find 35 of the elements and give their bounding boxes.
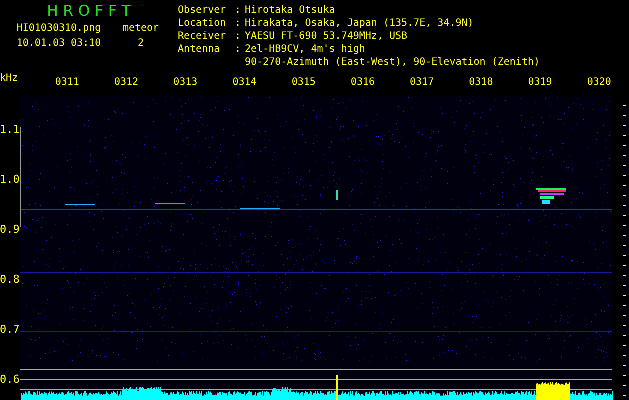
date-time: 10.01.03 03:10 [16,38,102,49]
meteor-label: meteor [122,23,160,34]
time-label: 0312 [113,77,140,88]
time-label: 0314 [232,77,258,88]
time-label: 0316 [350,77,376,88]
colon-separator: : [235,44,242,57]
time-label: 0315 [290,77,317,88]
frequency-label: 0.7 [0,324,20,336]
colon-separator: : [235,5,242,18]
info-label: Location [178,18,228,31]
time-label: 0318 [468,77,494,88]
frequency-label: 0.9 [0,224,20,236]
time-label: 0320 [586,77,612,88]
time-label: 0313 [172,77,199,88]
info-value: Hirakata, Osaka, Japan (135.7E, 34.9N) [245,18,475,31]
info-value: 90-270-Azimuth (East-West), 90-Elevation (Zenith) [245,57,540,70]
frequency-label: 0.8 [0,274,20,286]
unit-label: kHz [0,72,20,84]
app-title: H R O F F T [47,2,131,20]
meteor-count: 2 [136,38,146,49]
time-label: 0319 [527,77,554,88]
frequency-label: 1.1 [0,124,20,136]
colon-separator: : [235,31,242,44]
file-name: HI01030310.png [16,23,102,34]
info-value: YAESU FT-690 53.749MHz, USB [245,31,409,44]
info-value: Hirotaka Otsuka [245,5,336,18]
frequency-label: 0.6 [0,374,20,386]
info-value: 2el-HB9CV, 4m's high [245,44,366,57]
info-label: Observer [178,5,228,18]
colon-separator: : [235,18,242,31]
time-label: 0317 [409,77,436,88]
info-label: Antenna [178,44,222,57]
time-label: 0311 [54,77,80,88]
frequency-label: 1.0 [0,174,20,186]
info-label: Receiver [178,31,228,44]
